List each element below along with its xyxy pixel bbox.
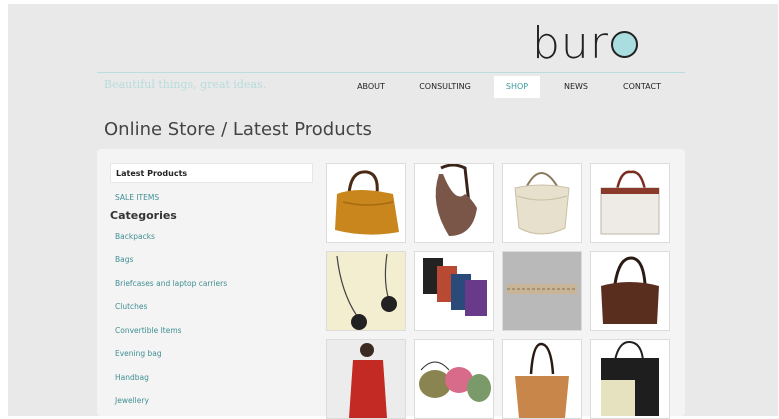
tan-tote-icon — [503, 340, 581, 418]
logo-text: bur — [532, 18, 609, 69]
colored-belts-icon — [415, 252, 493, 330]
product-brown-hobo-bag[interactable] — [414, 163, 494, 243]
product-woven-belt[interactable] — [502, 251, 582, 331]
category-briefcases[interactable]: Briefcases and laptop carriers — [115, 279, 227, 288]
nav-shop[interactable]: SHOP — [494, 76, 540, 98]
category-convertible-items[interactable]: Convertible Items — [115, 326, 182, 335]
nav-news[interactable]: NEWS — [558, 76, 594, 98]
flower-necklace-icon — [327, 252, 405, 330]
product-colored-belts[interactable] — [414, 251, 494, 331]
red-scarf-icon — [327, 340, 405, 418]
category-bags[interactable]: Bags — [115, 255, 133, 264]
nav-consulting[interactable]: CONSULTING — [416, 76, 474, 98]
product-flower-necklace[interactable] — [326, 251, 406, 331]
sidebar-item-latest-products[interactable]: Latest Products — [110, 163, 313, 183]
category-clutches[interactable]: Clutches — [115, 302, 147, 311]
white-shoulder-bag-icon — [503, 164, 581, 242]
site-logo[interactable]: bur — [532, 22, 638, 66]
pouch-bags-icon — [415, 340, 493, 418]
nav-contact[interactable]: CONTACT — [616, 76, 668, 98]
tan-leather-bag-icon — [327, 164, 405, 242]
laptop-tote-icon — [591, 164, 669, 242]
category-backpacks[interactable]: Backpacks — [115, 232, 155, 241]
colorblock-tote-icon — [591, 340, 669, 418]
product-colorblock-tote[interactable] — [590, 339, 670, 419]
brown-hobo-bag-icon — [415, 164, 493, 242]
logo-dot-icon — [610, 31, 638, 58]
product-brown-handbag[interactable] — [590, 251, 670, 331]
category-jewellery[interactable]: Jewellery — [115, 396, 149, 405]
product-tan-tote[interactable] — [502, 339, 582, 419]
product-white-shoulder-bag[interactable] — [502, 163, 582, 243]
page-title: Online Store / Latest Products — [104, 119, 372, 140]
category-handbag[interactable]: Handbag — [115, 373, 149, 382]
nav-about[interactable]: ABOUT — [346, 76, 396, 98]
product-tan-leather-bag[interactable] — [326, 163, 406, 243]
categories-heading: Categories — [110, 209, 177, 222]
header-divider — [97, 72, 685, 73]
woven-belt-icon — [503, 252, 581, 330]
brown-handbag-icon — [591, 252, 669, 330]
product-pouch-bags[interactable] — [414, 339, 494, 419]
site-tagline: Beautiful things, great ideas. — [104, 78, 267, 91]
category-evening-bag[interactable]: Evening bag — [115, 349, 162, 358]
product-red-scarf[interactable] — [326, 339, 406, 419]
sidebar-item-sale-items[interactable]: SALE ITEMS — [115, 193, 159, 202]
product-laptop-tote[interactable] — [590, 163, 670, 243]
